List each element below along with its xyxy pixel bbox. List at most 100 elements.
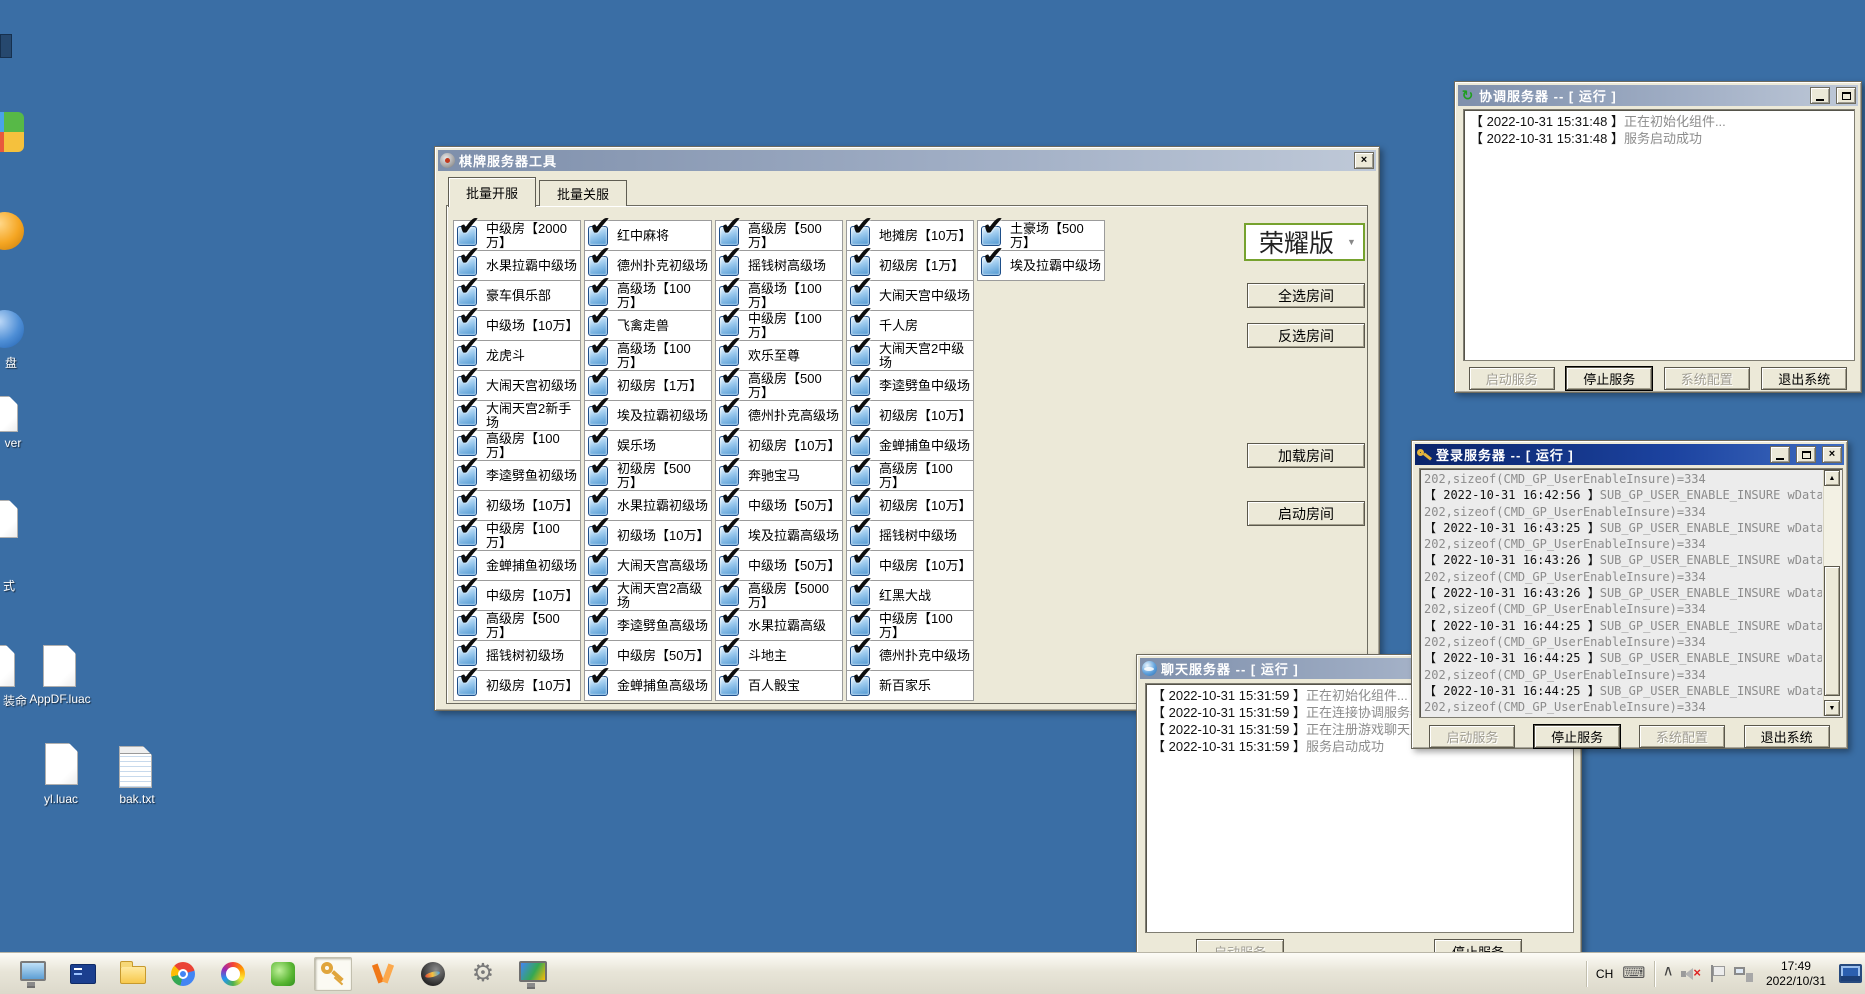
exit-system-button[interactable]: 退出系统 (1744, 725, 1830, 748)
document-icon[interactable] (0, 500, 18, 538)
document-icon[interactable] (0, 645, 15, 687)
room-checkbox-cell[interactable]: ✔ 金蝉捕鱼高级场 (584, 670, 712, 701)
close-button[interactable]: × (1354, 152, 1374, 169)
system-config-button[interactable]: 系统配置 (1664, 367, 1750, 390)
close-button[interactable]: × (1822, 446, 1842, 463)
file-icon-yl[interactable] (45, 743, 78, 785)
taskbar-item-monitor-app-icon[interactable] (514, 957, 552, 991)
window-titlebar[interactable]: 棋牌服务器工具 × (438, 150, 1376, 171)
room-checkbox-cell[interactable]: ✔初级房【10万】 (453, 670, 581, 701)
log-line: 202,sizeof(CMD_GP_UserEnableInsure)=334 (1424, 634, 1822, 650)
room-label: 李逵劈鱼中级场 (879, 379, 970, 393)
log-line: 【 2022-10-31 16:44:25 】SUB_GP_USER_ENABL… (1424, 683, 1822, 699)
room-label: 中级房【100万】 (748, 312, 841, 340)
desktop-icon-label[interactable]: 盘 (1, 354, 21, 371)
start-service-button[interactable]: 启动服务 (1469, 367, 1555, 390)
gear-icon: ⚙ (472, 961, 494, 986)
taskbar-item-dark-swirl-icon[interactable] (414, 957, 452, 991)
maximize-button[interactable] (1796, 446, 1816, 463)
version-select[interactable]: 荣耀版 ▼ (1244, 223, 1365, 261)
check-icon: ✔ (720, 603, 743, 630)
system-config-button[interactable]: 系统配置 (1639, 725, 1725, 748)
scroll-up-button[interactable]: ▲ (1824, 470, 1840, 486)
flag-icon[interactable] (1710, 965, 1725, 982)
taskbar-item-gear-icon[interactable]: ⚙ (464, 957, 502, 991)
scroll-down-button[interactable]: ▼ (1824, 700, 1840, 716)
tab-batch-open-server[interactable]: 批量开服 (448, 177, 536, 207)
desktop-icon-label[interactable]: 式 (0, 577, 18, 594)
room-checkbox[interactable]: ✔ (719, 676, 739, 696)
scrollbar-thumb[interactable] (1824, 566, 1840, 696)
room-label: 高级房【500万】 (486, 612, 579, 640)
check-icon: ✔ (720, 303, 743, 330)
invert-selection-button[interactable]: 反选房间 (1247, 323, 1365, 348)
window-title: 棋牌服务器工具 (459, 151, 1348, 170)
room-checkbox-cell[interactable]: ✔新百家乐 (846, 670, 974, 701)
server-log-area[interactable]: 202,sizeof(CMD_GP_UserEnableInsure)=334 【… (1419, 468, 1843, 718)
minimize-button[interactable] (1810, 87, 1830, 104)
check-icon: ✔ (458, 213, 481, 240)
taskbar-item-color-ring-icon[interactable] (214, 957, 252, 991)
tab-batch-close-server[interactable]: 批量关服 (539, 180, 627, 206)
room-label: 中级房【100万】 (486, 522, 579, 550)
check-icon: ✔ (851, 303, 874, 330)
room-label: 大闹天宫2中级场 (879, 342, 972, 370)
room-checkbox[interactable]: ✔ (850, 676, 870, 696)
room-label: 中级场【50万】 (748, 499, 840, 513)
taskbar-item-green-app-icon[interactable] (264, 957, 302, 991)
document-icon[interactable] (0, 396, 18, 432)
log-message: 正在连接协调服务器 (1306, 705, 1423, 720)
network-icon[interactable] (1734, 965, 1753, 982)
select-all-rooms-button[interactable]: 全选房间 (1247, 283, 1365, 308)
taskbar-item-computer-icon[interactable] (14, 957, 52, 991)
chevron-down-icon[interactable]: ▼ (1347, 237, 1363, 247)
room-checkbox-cell[interactable]: ✔埃及拉霸中级场 (977, 250, 1105, 281)
log-message: SUB_GP_USER_ENABLE_INSURE wDataSize= (1600, 553, 1822, 567)
room-label: 金蝉捕鱼高级场 (617, 679, 708, 693)
show-desktop-button[interactable] (1839, 964, 1862, 983)
start-rooms-button[interactable]: 启动房间 (1247, 501, 1365, 526)
taskbar-item-orange-v-icon[interactable] (364, 957, 402, 991)
file-label-bak[interactable]: bak.txt (108, 792, 166, 806)
file-icon-appdf[interactable] (43, 645, 76, 687)
room-checkbox[interactable]: ✔ (981, 256, 1001, 276)
room-label: 欢乐至尊 (748, 349, 800, 363)
desktop-icon-fragment[interactable] (0, 34, 12, 58)
stop-service-button[interactable]: 停止服务 (1534, 725, 1620, 748)
taskbar-item-terminal-icon[interactable] (64, 957, 102, 991)
game-server-tool-window: 棋牌服务器工具 × 批量开服 批量关服 ✔中级房【2000万】✔水果拉霸中级场✔… (434, 146, 1380, 711)
keyboard-icon[interactable]: ⌨ (1622, 966, 1645, 982)
language-indicator[interactable]: CH (1596, 967, 1613, 981)
color-grid-app-icon[interactable] (0, 112, 24, 152)
load-rooms-button[interactable]: 加载房间 (1247, 443, 1365, 468)
window-titlebar[interactable]: 登录服务器 -- [ 运行 ] × (1415, 444, 1844, 465)
blue-ball-app-icon[interactable] (0, 310, 24, 348)
speaker-muted-icon[interactable]: × (1681, 966, 1701, 982)
taskbar-item-chrome-icon[interactable] (164, 957, 202, 991)
taskbar-item-key-tool-icon[interactable] (314, 957, 352, 991)
stop-service-button[interactable]: 停止服务 (1566, 367, 1652, 390)
clock[interactable]: 17:49 2022/10/31 (1762, 959, 1830, 989)
check-icon: ✔ (458, 303, 481, 330)
exit-system-button[interactable]: 退出系统 (1761, 367, 1847, 390)
vertical-scrollbar[interactable]: ▲ ▼ (1823, 470, 1841, 716)
room-checkbox-cell[interactable]: ✔百人骰宝 (715, 670, 843, 701)
file-label-appdf[interactable]: AppDF.luac (24, 692, 96, 706)
check-icon: ✔ (589, 303, 612, 330)
minimize-button[interactable] (1770, 446, 1790, 463)
log-timestamp: 【 2022-10-31 16:43:26 】 (1424, 553, 1600, 567)
file-label-yl[interactable]: yl.luac (31, 792, 91, 806)
desktop-icon-label[interactable]: ver (0, 436, 26, 450)
file-icon-bak[interactable] (119, 746, 152, 788)
taskbar-item-folder-icon[interactable] (114, 957, 152, 991)
server-log-area[interactable]: 【 2022-10-31 15:31:48 】正在初始化组件...【 2022-… (1463, 109, 1855, 361)
orange-ball-app-icon[interactable] (0, 212, 24, 250)
room-column: ✔土豪场【500万】✔埃及拉霸中级场 (977, 221, 1105, 281)
room-checkbox[interactable]: ✔ (457, 676, 477, 696)
window-titlebar[interactable]: ↻ 协调服务器 -- [ 运行 ] (1458, 85, 1858, 106)
window-title: 协调服务器 -- [ 运行 ] (1479, 86, 1804, 105)
room-checkbox[interactable]: ✔ (588, 676, 608, 696)
start-service-button[interactable]: 启动服务 (1429, 725, 1515, 748)
chevron-up-icon[interactable]: ^ (1664, 962, 1672, 985)
maximize-button[interactable] (1836, 87, 1856, 104)
